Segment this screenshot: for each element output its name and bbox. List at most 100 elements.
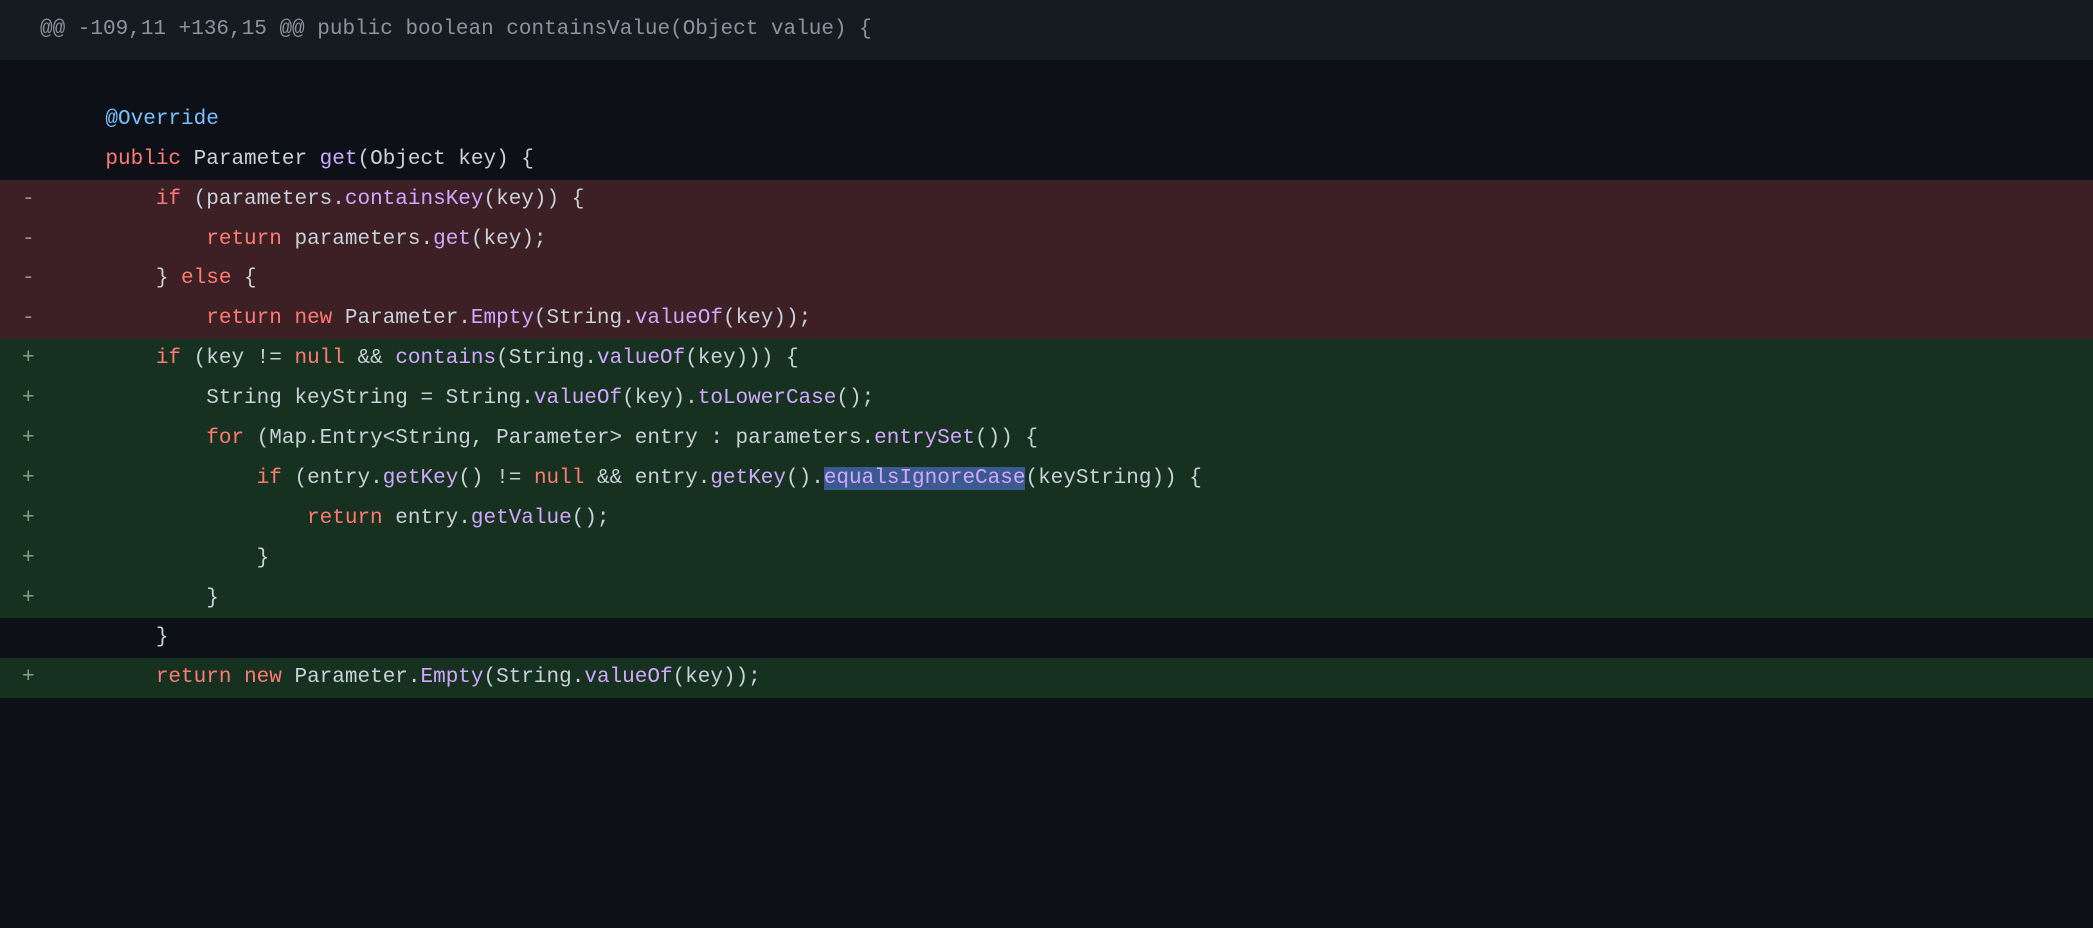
code-token: @Override bbox=[105, 108, 218, 131]
diff-line[interactable]: + } bbox=[0, 539, 2093, 579]
code-token: public bbox=[105, 148, 181, 171]
code-token: return bbox=[156, 666, 232, 689]
diff-hunk-header[interactable]: @@ -109,11 +136,15 @@ public boolean con… bbox=[0, 0, 2093, 60]
diff-code[interactable]: } bbox=[55, 539, 2093, 579]
code-token: valueOf bbox=[584, 666, 672, 689]
code-token: equalsIgnoreCase bbox=[824, 467, 1026, 490]
diff-code[interactable]: } else { bbox=[55, 259, 2093, 299]
code-token: getKey bbox=[710, 467, 786, 490]
code-token: (parameters. bbox=[181, 188, 345, 211]
code-token bbox=[55, 347, 156, 370]
diff-line[interactable]: - return parameters.get(key); bbox=[0, 220, 2093, 260]
code-token: return bbox=[206, 228, 282, 251]
diff-lines: @Override public Parameter get(Object ke… bbox=[0, 100, 2093, 698]
code-token bbox=[55, 467, 257, 490]
code-token bbox=[55, 427, 206, 450]
code-token: } bbox=[55, 587, 219, 610]
diff-line[interactable]: public Parameter get(Object key) { bbox=[0, 140, 2093, 180]
code-token: (). bbox=[786, 467, 824, 490]
diff-code[interactable]: return new Parameter.Empty(String.valueO… bbox=[55, 658, 2093, 698]
diff-line[interactable]: - return new Parameter.Empty(String.valu… bbox=[0, 299, 2093, 339]
code-token: Parameter bbox=[181, 148, 320, 171]
diff-gutter bbox=[0, 618, 55, 658]
diff-blank-row bbox=[0, 60, 2093, 100]
diff-line[interactable]: + if (key != null && contains(String.val… bbox=[0, 339, 2093, 379]
code-token: (Map.Entry<String, Parameter> entry : pa… bbox=[244, 427, 874, 450]
diff-code[interactable]: } bbox=[55, 579, 2093, 619]
diff-code[interactable]: for (Map.Entry<String, Parameter> entry … bbox=[55, 419, 2093, 459]
diff-code[interactable]: @Override bbox=[55, 100, 2093, 140]
code-token: get bbox=[433, 228, 471, 251]
diff-line[interactable]: + for (Map.Entry<String, Parameter> entr… bbox=[0, 419, 2093, 459]
code-token: (keyString)) { bbox=[1025, 467, 1201, 490]
diff-gutter: + bbox=[0, 459, 55, 499]
diff-gutter: - bbox=[0, 220, 55, 260]
code-token: () != bbox=[458, 467, 534, 490]
code-token bbox=[55, 188, 156, 211]
code-token: valueOf bbox=[597, 347, 685, 370]
code-token: valueOf bbox=[534, 387, 622, 410]
code-token: (key)); bbox=[723, 307, 811, 330]
code-token: (key != bbox=[181, 347, 294, 370]
code-token bbox=[55, 507, 307, 530]
diff-gutter: + bbox=[0, 539, 55, 579]
code-token: get bbox=[320, 148, 358, 171]
code-token bbox=[282, 307, 295, 330]
code-token: (key)); bbox=[673, 666, 761, 689]
code-token: ()) { bbox=[975, 427, 1038, 450]
code-token: containsKey bbox=[345, 188, 484, 211]
code-token: return bbox=[206, 307, 282, 330]
diff-gutter: + bbox=[0, 379, 55, 419]
diff-line[interactable]: @Override bbox=[0, 100, 2093, 140]
code-token: && bbox=[345, 347, 395, 370]
code-token bbox=[231, 666, 244, 689]
code-token: if bbox=[156, 188, 181, 211]
code-token: return bbox=[307, 507, 383, 530]
diff-gutter: + bbox=[0, 579, 55, 619]
code-token: (String. bbox=[484, 666, 585, 689]
diff-code[interactable]: String keyString = String.valueOf(key).t… bbox=[55, 379, 2093, 419]
diff-code[interactable]: return entry.getValue(); bbox=[55, 499, 2093, 539]
diff-gutter: + bbox=[0, 339, 55, 379]
code-token: (); bbox=[836, 387, 874, 410]
diff-line[interactable]: - } else { bbox=[0, 259, 2093, 299]
diff-code[interactable]: return parameters.get(key); bbox=[55, 220, 2093, 260]
diff-line[interactable]: + } bbox=[0, 579, 2093, 619]
code-token: Parameter. bbox=[282, 666, 421, 689]
code-token: null bbox=[294, 347, 344, 370]
diff-line[interactable]: + if (entry.getKey() != null && entry.ge… bbox=[0, 459, 2093, 499]
diff-code[interactable]: public Parameter get(Object key) { bbox=[55, 140, 2093, 180]
code-token: (key)) { bbox=[484, 188, 585, 211]
diff-code[interactable]: return new Parameter.Empty(String.valueO… bbox=[55, 299, 2093, 339]
code-token: (entry. bbox=[282, 467, 383, 490]
diff-gutter: - bbox=[0, 180, 55, 220]
diff-code[interactable]: if (entry.getKey() != null && entry.getK… bbox=[55, 459, 2093, 499]
diff-gutter bbox=[0, 140, 55, 180]
code-token: else bbox=[181, 267, 231, 290]
code-token bbox=[55, 228, 206, 251]
code-token: (Object key) { bbox=[357, 148, 533, 171]
diff-line[interactable]: + return new Parameter.Empty(String.valu… bbox=[0, 658, 2093, 698]
diff-code[interactable]: } bbox=[55, 618, 2093, 658]
diff-gutter: + bbox=[0, 658, 55, 698]
code-token: (key))) { bbox=[685, 347, 798, 370]
diff-line[interactable]: - if (parameters.containsKey(key)) { bbox=[0, 180, 2093, 220]
code-token: (String. bbox=[534, 307, 635, 330]
code-token bbox=[55, 666, 156, 689]
diff-gutter: - bbox=[0, 299, 55, 339]
code-token: && entry. bbox=[584, 467, 710, 490]
diff-line[interactable]: } bbox=[0, 618, 2093, 658]
diff-line[interactable]: + return entry.getValue(); bbox=[0, 499, 2093, 539]
diff-gutter: - bbox=[0, 259, 55, 299]
diff-gutter: + bbox=[0, 499, 55, 539]
code-token: (); bbox=[572, 507, 610, 530]
code-token: (key). bbox=[622, 387, 698, 410]
diff-code[interactable]: if (parameters.containsKey(key)) { bbox=[55, 180, 2093, 220]
code-token: contains bbox=[395, 347, 496, 370]
code-token: toLowerCase bbox=[698, 387, 837, 410]
diff-code[interactable]: if (key != null && contains(String.value… bbox=[55, 339, 2093, 379]
diff-line[interactable]: + String keyString = String.valueOf(key)… bbox=[0, 379, 2093, 419]
code-token bbox=[55, 108, 105, 131]
code-token: } bbox=[55, 626, 168, 649]
code-token: } bbox=[55, 547, 269, 570]
